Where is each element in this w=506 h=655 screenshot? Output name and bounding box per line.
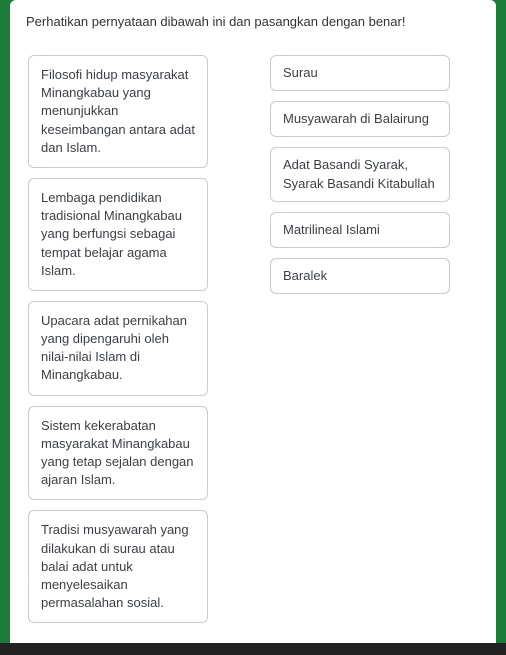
answer-card[interactable]: Adat Basandi Syarak, Syarak Basandi Kita…	[270, 147, 450, 201]
answer-card[interactable]: Surau	[270, 55, 450, 91]
card-text: Musyawarah di Balairung	[283, 111, 429, 126]
bottom-border	[0, 643, 506, 655]
card-text: Sistem kekerabatan masyarakat Minangkaba…	[41, 418, 194, 488]
card-text: Adat Basandi Syarak, Syarak Basandi Kita…	[283, 157, 435, 190]
match-columns: Filosofi hidup masyarakat Minangkabau ya…	[22, 55, 484, 623]
card-text: Matrilineal Islami	[283, 222, 380, 237]
card-text: Lembaga pendidikan tradisional Minangkab…	[41, 190, 182, 278]
card-text: Upacara adat pernikahan yang dipengaruhi…	[41, 313, 187, 383]
answer-card[interactable]: Baralek	[270, 258, 450, 294]
card-text: Tradisi musyawarah yang dilakukan di sur…	[41, 522, 189, 610]
statement-card[interactable]: Filosofi hidup masyarakat Minangkabau ya…	[28, 55, 208, 168]
right-column: Surau Musyawarah di Balairung Adat Basan…	[270, 55, 450, 623]
answer-card[interactable]: Musyawarah di Balairung	[270, 101, 450, 137]
left-column: Filosofi hidup masyarakat Minangkabau ya…	[28, 55, 208, 623]
card-text: Baralek	[283, 268, 327, 283]
answer-card[interactable]: Matrilineal Islami	[270, 212, 450, 248]
quiz-panel: Perhatikan pernyataan dibawah ini dan pa…	[10, 0, 496, 643]
card-text: Filosofi hidup masyarakat Minangkabau ya…	[41, 67, 195, 155]
instruction-text: Perhatikan pernyataan dibawah ini dan pa…	[22, 12, 484, 31]
statement-card[interactable]: Lembaga pendidikan tradisional Minangkab…	[28, 178, 208, 291]
statement-card[interactable]: Upacara adat pernikahan yang dipengaruhi…	[28, 301, 208, 396]
statement-card[interactable]: Tradisi musyawarah yang dilakukan di sur…	[28, 510, 208, 623]
card-text: Surau	[283, 65, 318, 80]
statement-card[interactable]: Sistem kekerabatan masyarakat Minangkaba…	[28, 406, 208, 501]
